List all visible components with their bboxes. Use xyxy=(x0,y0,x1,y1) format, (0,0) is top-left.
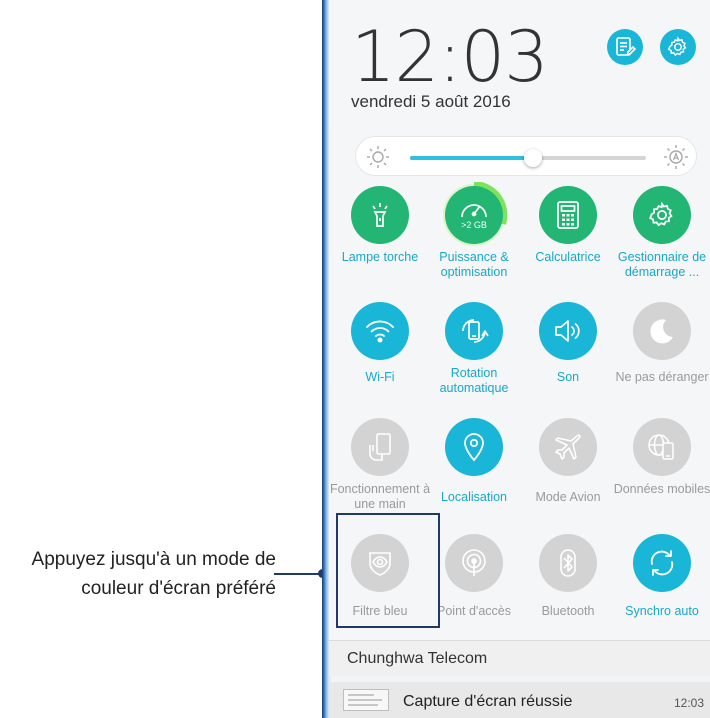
tile-mobile-data-label: Données mobiles xyxy=(613,482,710,496)
tile-power-label: Puissance & optimisation xyxy=(439,250,509,279)
tile-wifi[interactable]: Wi-Fi xyxy=(333,302,427,418)
tile-bluetooth-label: Bluetooth xyxy=(541,604,595,618)
tile-one-hand-label: Fonctionnement à une main xyxy=(329,482,431,511)
callout-line-1: Appuyez jusqu'à un mode de xyxy=(31,549,276,570)
settings-button[interactable] xyxy=(660,29,696,65)
flashlight-icon xyxy=(372,203,388,227)
one-hand-icon xyxy=(369,433,391,461)
clock-date: vendredi 5 août 2016 xyxy=(351,92,511,111)
tile-bluetooth-button[interactable] xyxy=(539,534,597,592)
gear-icon xyxy=(649,201,673,227)
tile-calculator-label: Calculatrice xyxy=(535,250,601,264)
tile-wifi-button[interactable] xyxy=(351,302,409,360)
speedometer-icon: >2 GB xyxy=(454,195,494,235)
tile-airplane-mode[interactable]: Mode Avion xyxy=(521,418,615,534)
carrier-name: Chunghwa Telecom xyxy=(347,650,488,667)
tile-calculator[interactable]: Calculatrice xyxy=(521,186,615,302)
calculator-icon xyxy=(557,201,579,229)
rotation-icon xyxy=(462,319,489,343)
phone-screen: 12:03 vendredi 5 août 2016 Lampe torche … xyxy=(322,0,710,718)
tile-location-label: Localisation xyxy=(440,490,507,504)
highlight-box xyxy=(336,513,440,628)
tile-startup-button[interactable] xyxy=(633,186,691,244)
tile-startup-label: Gestionnaire de démarrage ... xyxy=(617,250,707,279)
screenshot-thumbnail xyxy=(343,689,389,711)
tile-do-not-disturb[interactable]: Ne pas déranger xyxy=(615,302,709,418)
auto-brightness-icon[interactable] xyxy=(662,143,690,171)
tile-calculator-button[interactable] xyxy=(539,186,597,244)
callout-line-2: couleur d'écran préféré xyxy=(81,578,276,599)
screenshot-notification-time: 12:03 xyxy=(673,696,704,710)
brightness-slider[interactable] xyxy=(355,136,697,176)
airplane-icon xyxy=(555,434,581,460)
mobile-data-icon xyxy=(648,434,674,460)
moon-icon xyxy=(650,319,673,344)
tile-dnd-label: Ne pas déranger xyxy=(615,370,709,384)
tile-one-hand-button[interactable] xyxy=(351,418,409,476)
notes-edit-icon xyxy=(616,37,636,56)
tile-startup-manager[interactable]: Gestionnaire de démarrage ... xyxy=(615,186,709,302)
tile-location-button[interactable] xyxy=(445,418,503,476)
tile-wifi-label: Wi-Fi xyxy=(365,370,395,384)
notes-edit-button[interactable] xyxy=(607,29,643,65)
gear-icon xyxy=(667,36,687,56)
hotspot-icon xyxy=(462,549,486,576)
tile-airplane-button[interactable] xyxy=(539,418,597,476)
tile-bluetooth[interactable]: Bluetooth xyxy=(521,534,615,650)
tile-airplane-label: Mode Avion xyxy=(535,490,601,504)
tile-auto-rotate[interactable]: Rotation automatique xyxy=(427,302,521,418)
speaker-icon xyxy=(555,320,580,342)
tile-mobile-data[interactable]: Données mobiles xyxy=(614,418,710,534)
brightness-fill xyxy=(410,156,533,160)
brightness-low-icon xyxy=(367,146,389,168)
tile-hotspot[interactable]: Point d'accès xyxy=(427,534,521,650)
tile-dnd-button[interactable] xyxy=(633,302,691,360)
memory-badge: >2 GB xyxy=(461,220,487,230)
tile-rotation-label: Rotation automatique xyxy=(439,366,509,395)
tile-auto-sync[interactable]: Synchro auto xyxy=(615,534,709,650)
tile-sound-label: Son xyxy=(556,370,580,384)
quick-settings-panel: 12:03 vendredi 5 août 2016 Lampe torche … xyxy=(329,0,710,670)
location-pin-icon xyxy=(464,433,484,462)
bluetooth-icon xyxy=(560,549,576,577)
callout-leader-line xyxy=(274,573,322,575)
wifi-icon xyxy=(366,320,394,343)
tile-flashlight-label: Lampe torche xyxy=(341,250,419,264)
tile-rotation-button[interactable] xyxy=(445,302,503,360)
tile-mobile-data-button[interactable] xyxy=(633,418,691,476)
tile-hotspot-button[interactable] xyxy=(445,534,503,592)
tile-flashlight[interactable]: Lampe torche xyxy=(333,186,427,302)
tile-sound-button[interactable] xyxy=(539,302,597,360)
tile-auto-sync-button[interactable] xyxy=(633,534,691,592)
tile-power-button[interactable]: >2 GB xyxy=(445,186,503,244)
notification-carrier[interactable]: Chunghwa Telecom xyxy=(329,640,710,676)
brightness-thumb[interactable] xyxy=(523,149,542,167)
callout-annotation: Appuyez jusqu'à un mode de couleur d'écr… xyxy=(0,545,276,603)
notification-screenshot[interactable]: Capture d'écran réussie 12:03 xyxy=(329,682,710,718)
clock-time: 12:03 xyxy=(351,16,549,98)
screenshot-notification-title: Capture d'écran réussie xyxy=(403,693,573,710)
tile-auto-sync-label: Synchro auto xyxy=(625,604,699,618)
tile-sound[interactable]: Son xyxy=(521,302,615,418)
tile-location[interactable]: Localisation xyxy=(427,418,521,534)
sync-icon xyxy=(650,550,674,576)
tile-power-optimization[interactable]: >2 GB Puissance & optimisation xyxy=(427,182,521,302)
tile-flashlight-button[interactable] xyxy=(351,186,409,244)
